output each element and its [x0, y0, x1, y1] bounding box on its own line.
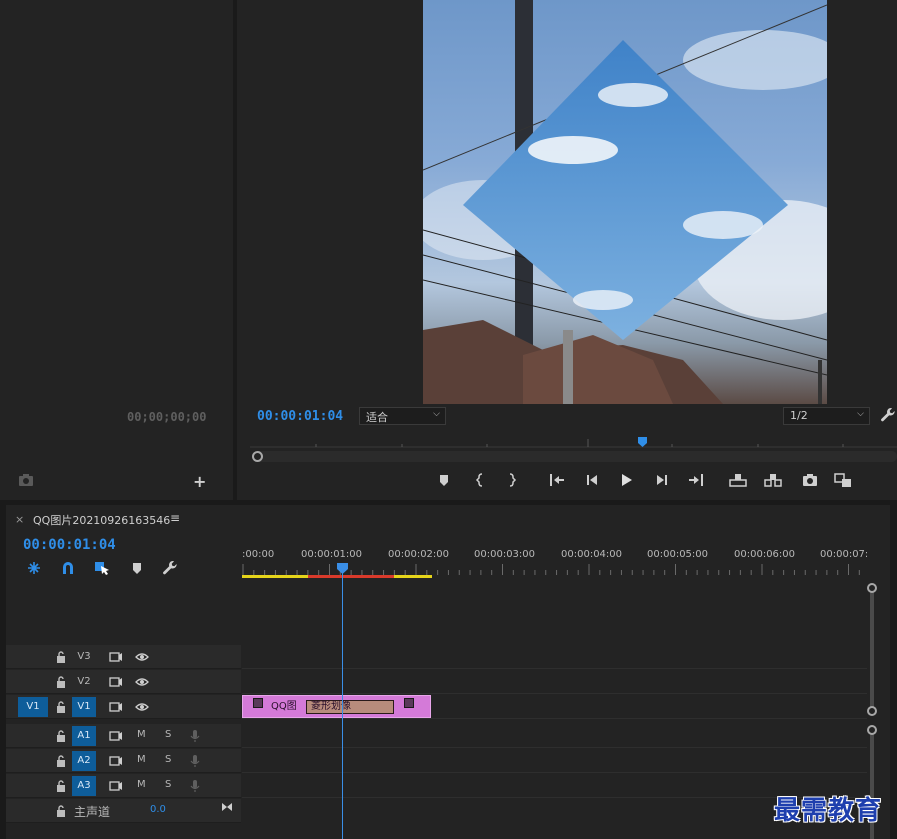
- timeline-playhead[interactable]: [336, 563, 349, 575]
- lift-icon[interactable]: [728, 471, 748, 489]
- close-icon[interactable]: ×: [15, 513, 24, 526]
- master-volume-value[interactable]: 0.0: [150, 804, 166, 815]
- step-back-icon[interactable]: [582, 471, 602, 489]
- chevron-down-icon: ⌵: [433, 409, 440, 419]
- track-header-a1[interactable]: A1 M S: [6, 724, 241, 748]
- sky-scene-image: [423, 0, 827, 404]
- program-zoom-scrollbar[interactable]: [252, 451, 897, 462]
- lock-icon[interactable]: [56, 805, 66, 817]
- track-lane-a1[interactable]: [242, 724, 867, 748]
- track-header-a3[interactable]: A3 M S: [6, 774, 241, 798]
- microphone-icon[interactable]: [190, 729, 200, 743]
- playback-resolution-select[interactable]: 1/2 ⌵: [783, 407, 870, 425]
- transition-effect[interactable]: 菱形划像: [306, 700, 394, 714]
- watermark-logo: 最需教育: [774, 796, 883, 826]
- solo-button[interactable]: S: [165, 729, 171, 740]
- scrollbar-handle[interactable]: [252, 451, 263, 462]
- sequence-tab-title[interactable]: QQ图片20210926163546: [33, 512, 170, 528]
- lock-icon[interactable]: [56, 676, 66, 688]
- compare-view-icon[interactable]: [833, 471, 853, 489]
- sync-lock-icon[interactable]: [109, 701, 123, 713]
- track-name[interactable]: V1: [72, 697, 96, 717]
- track-name[interactable]: A3: [72, 776, 96, 796]
- track-name[interactable]: A2: [72, 751, 96, 771]
- source-monitor-panel: [0, 0, 233, 500]
- linked-selection-icon[interactable]: [94, 560, 110, 576]
- sync-lock-icon[interactable]: [109, 780, 123, 792]
- lock-icon[interactable]: [56, 755, 66, 767]
- snap-magnet-icon[interactable]: [60, 560, 76, 576]
- add-button[interactable]: +: [193, 472, 206, 491]
- microphone-icon[interactable]: [190, 779, 200, 793]
- track-lane-a2[interactable]: [242, 749, 867, 773]
- source-timecode[interactable]: 00;00;00;00: [127, 410, 206, 424]
- wrench-icon[interactable]: [162, 560, 178, 576]
- fit-zoom-label: 适合: [366, 411, 388, 424]
- mute-button[interactable]: M: [137, 729, 146, 740]
- track-name[interactable]: V3: [72, 647, 96, 667]
- track-name[interactable]: A1: [72, 726, 96, 746]
- fx-badge-icon: [404, 698, 414, 708]
- solo-button[interactable]: S: [165, 754, 171, 765]
- sync-lock-icon[interactable]: [109, 755, 123, 767]
- add-marker-icon[interactable]: [434, 471, 454, 489]
- clip-name: QQ图: [271, 701, 297, 712]
- mark-out-icon[interactable]: [502, 471, 522, 489]
- play-icon[interactable]: [616, 471, 636, 489]
- fit-zoom-select[interactable]: 适合 ⌵: [359, 407, 446, 425]
- lock-icon[interactable]: [56, 780, 66, 792]
- camera-icon[interactable]: [18, 473, 34, 487]
- resolution-label: 1/2: [790, 409, 808, 422]
- track-header-v2[interactable]: V2: [6, 670, 241, 694]
- extract-icon[interactable]: [763, 471, 783, 489]
- video-tracks-scrollbar[interactable]: [866, 582, 878, 717]
- nest-sequence-icon[interactable]: [26, 560, 42, 576]
- go-to-out-icon[interactable]: [686, 471, 706, 489]
- microphone-icon[interactable]: [190, 754, 200, 768]
- track-header-master[interactable]: [6, 799, 241, 823]
- step-forward-icon[interactable]: [652, 471, 672, 489]
- export-frame-icon[interactable]: [800, 471, 820, 489]
- mark-in-icon[interactable]: [470, 471, 490, 489]
- program-time-ruler[interactable]: [250, 436, 897, 448]
- eye-icon[interactable]: [135, 701, 149, 713]
- solo-button[interactable]: S: [165, 779, 171, 790]
- go-to-in-icon[interactable]: [547, 471, 567, 489]
- program-video-frame: [423, 0, 827, 404]
- sync-lock-icon[interactable]: [109, 730, 123, 742]
- lock-icon[interactable]: [56, 701, 66, 713]
- add-marker-icon[interactable]: [129, 560, 145, 576]
- wrench-icon[interactable]: [880, 407, 896, 423]
- track-header-a2[interactable]: A2 M S: [6, 749, 241, 773]
- lock-icon[interactable]: [56, 651, 66, 663]
- track-header-v1[interactable]: V1 V1: [6, 695, 241, 719]
- timeline-playhead-line[interactable]: [342, 572, 343, 839]
- track-lane-v3[interactable]: [242, 645, 867, 669]
- track-lane-v2[interactable]: [242, 670, 867, 694]
- sync-lock-icon[interactable]: [109, 676, 123, 688]
- track-name[interactable]: V2: [72, 672, 96, 692]
- mute-button[interactable]: M: [137, 754, 146, 765]
- source-patch-v1[interactable]: V1: [18, 697, 48, 717]
- track-header-v3[interactable]: V3: [6, 645, 241, 669]
- program-playhead[interactable]: [638, 437, 647, 447]
- master-track-label: 主声道: [74, 805, 111, 819]
- fx-badge-icon: [253, 698, 263, 708]
- eye-icon[interactable]: [135, 651, 149, 663]
- chevron-down-icon: ⌵: [857, 409, 864, 419]
- panel-menu-icon[interactable]: ≡: [170, 511, 180, 525]
- sync-lock-icon[interactable]: [109, 651, 123, 663]
- timeline-timecode[interactable]: 00:00:01:04: [23, 537, 116, 553]
- program-timecode[interactable]: 00:00:01:04: [257, 409, 343, 424]
- mute-button[interactable]: M: [137, 779, 146, 790]
- lock-icon[interactable]: [56, 730, 66, 742]
- go-to-end-icon[interactable]: [221, 801, 233, 813]
- eye-icon[interactable]: [135, 676, 149, 688]
